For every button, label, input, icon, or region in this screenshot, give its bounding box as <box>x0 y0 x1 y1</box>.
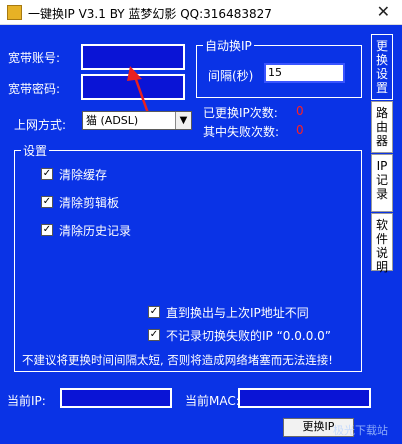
tab-change-settings-label: 更换设置 <box>375 39 388 95</box>
clear-cache-label: 清除缓存 <box>59 168 108 182</box>
skip-failed-ip-label: 不记录切换失败的IP “0.0.0.0” <box>166 329 332 343</box>
tab-router[interactable]: 路由器 <box>371 101 393 153</box>
failed-count-label: 其中失败次数: <box>203 125 280 139</box>
current-ip-field <box>60 388 172 408</box>
tab-ip-records[interactable]: IP记录 <box>371 154 393 212</box>
until-different-ip-label: 直到换出与上次IP地址不同 <box>166 306 309 320</box>
password-label: 宽带密码: <box>8 82 61 96</box>
network-mode-label: 上网方式: <box>14 118 67 132</box>
interval-input[interactable]: 15 <box>264 63 345 83</box>
clear-clipboard-label: 清除剪辑板 <box>59 196 120 210</box>
changed-count-value: 0 <box>296 104 304 118</box>
tab-software-help[interactable]: 软件说明 <box>371 213 393 274</box>
username-label: 宽带账号: <box>8 51 61 65</box>
clear-cache-checkbox[interactable]: ✓ <box>41 168 53 180</box>
network-mode-select[interactable]: 猫 (ADSL) ▼ <box>82 111 192 130</box>
failed-count-value: 0 <box>296 123 304 137</box>
tab-change-settings[interactable]: 更换设置 <box>371 34 393 100</box>
tab-ip-records-label: IP记录 <box>375 159 388 201</box>
clear-history-label: 清除历史记录 <box>59 224 132 238</box>
tab-software-help-label: 软件说明 <box>375 218 388 274</box>
current-mac-field <box>238 388 371 408</box>
warning-text: 不建议将更换时间间隔太短, 否则将造成网络堵塞而无法连接! <box>22 353 333 367</box>
auto-switch-legend: 自动换IP <box>203 37 254 54</box>
changed-count-label: 已更换IP次数: <box>203 106 278 120</box>
until-different-ip-checkbox[interactable]: ✓ <box>148 306 160 318</box>
window-title: 一键换IP V3.1 BY 蓝梦幻影 QQ:316483827 <box>28 7 272 21</box>
title-bar: 一键换IP V3.1 BY 蓝梦幻影 QQ:316483827 ✕ <box>0 0 402 25</box>
current-mac-label: 当前MAC: <box>185 394 240 408</box>
app-icon <box>7 5 22 20</box>
settings-legend: 设置 <box>21 142 50 159</box>
watermark-text: 极光下载站 <box>333 424 388 437</box>
clear-history-checkbox[interactable]: ✓ <box>41 224 53 236</box>
clear-clipboard-checkbox[interactable]: ✓ <box>41 196 53 208</box>
current-ip-label: 当前IP: <box>7 394 46 408</box>
close-icon[interactable]: ✕ <box>377 2 390 21</box>
chevron-down-icon[interactable]: ▼ <box>175 112 191 129</box>
skip-failed-ip-checkbox[interactable]: ✓ <box>148 329 160 341</box>
interval-label: 间隔(秒) <box>208 69 254 83</box>
tab-router-label: 路由器 <box>375 106 388 148</box>
network-mode-value: 猫 (ADSL) <box>86 114 139 127</box>
